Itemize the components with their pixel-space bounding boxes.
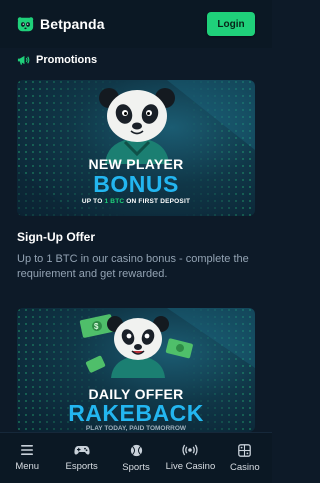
- brand-name: Betpanda: [40, 16, 105, 32]
- ball-icon: [130, 444, 142, 456]
- banner-sub-suffix: ON FIRST DEPOSIT: [124, 198, 191, 205]
- brand[interactable]: Betpanda: [17, 16, 105, 33]
- nav-item-sports[interactable]: Sports: [109, 433, 163, 483]
- nav-item-live-casino[interactable]: Live Casino: [163, 433, 217, 483]
- nav-item-menu[interactable]: Menu: [0, 433, 54, 483]
- promo-description: Up to 1 BTC in our casino bonus - comple…: [17, 253, 249, 280]
- login-button[interactable]: Login: [207, 12, 255, 36]
- banner-subtext: UP TO 1 BTC ON FIRST DEPOSIT: [17, 198, 255, 205]
- panda-mascot-image: [99, 88, 175, 164]
- nav-label: Esports: [65, 461, 98, 472]
- nav-item-casino[interactable]: Casino: [218, 433, 272, 483]
- promo-banner-rakeback[interactable]: $ DAILY OFFER RAKEBACK PLAY TODAY, PAID …: [17, 308, 255, 432]
- nav-label: Sports: [122, 461, 150, 473]
- banner-line1: NEW PLAYER: [88, 156, 184, 172]
- dice-icon: [238, 443, 252, 457]
- hamburger-menu-icon: [21, 445, 34, 455]
- nav-label: Live Casino: [165, 461, 216, 472]
- section-title: Promotions: [36, 54, 98, 66]
- panda-logo-icon: [17, 16, 34, 31]
- banner-line2: BONUS: [93, 171, 179, 197]
- promo-banner-signup[interactable]: NEW PLAYER BONUS UP TO 1 BTC ON FIRST DE…: [17, 80, 255, 216]
- nav-label: Casino: [230, 461, 260, 473]
- gamepad-icon: [74, 446, 90, 455]
- top-bar: Betpanda Login: [0, 0, 272, 48]
- live-broadcast-icon: [182, 444, 199, 456]
- nav-item-esports[interactable]: Esports: [54, 433, 108, 483]
- panda-mascot-image: [107, 316, 169, 378]
- banner-sub-prefix: UP TO: [81, 198, 105, 205]
- promo-title[interactable]: Sign-Up Offer: [17, 230, 95, 244]
- nav-label: Menu: [15, 461, 40, 472]
- banner-sub-highlight: 1 BTC: [104, 198, 125, 205]
- bottom-nav: Menu Esports Sports Live Casino Casino: [0, 432, 272, 483]
- banner-subtext: PLAY TODAY, PAID TOMORROW: [85, 425, 187, 432]
- banner-line2: RAKEBACK: [68, 400, 204, 426]
- megaphone-icon: [17, 55, 30, 65]
- section-heading: Promotions: [17, 52, 97, 68]
